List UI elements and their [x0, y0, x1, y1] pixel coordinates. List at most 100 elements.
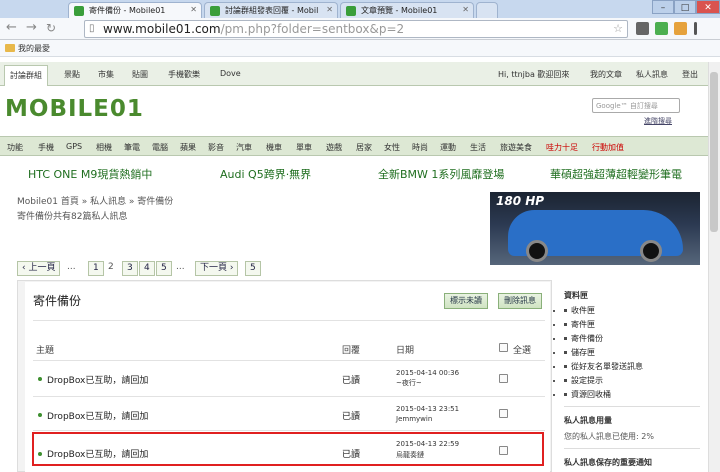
- nav-market[interactable]: 市集: [98, 69, 114, 80]
- nav-dove[interactable]: Dove: [220, 69, 241, 78]
- category-item[interactable]: 運動: [440, 142, 456, 153]
- nav-pics[interactable]: 貼圖: [132, 69, 148, 80]
- send-from-friends[interactable]: 從好友名單發送訊息: [564, 361, 643, 372]
- bookmarks-bar: 我的最愛: [0, 40, 720, 57]
- extension-icon[interactable]: [674, 22, 687, 35]
- divider: [564, 448, 700, 449]
- close-icon[interactable]: ✕: [326, 5, 333, 14]
- category-item[interactable]: GPS: [66, 142, 82, 151]
- tab-sentbox[interactable]: 寄件備份 - Mobile01 ✕: [68, 2, 202, 18]
- folder-trash[interactable]: 資源回收桶: [564, 389, 611, 400]
- window-close-button[interactable]: ✕: [696, 0, 720, 14]
- nav-forum[interactable]: 討論群組: [4, 65, 48, 86]
- extension-icon[interactable]: [636, 22, 649, 35]
- next-page-button[interactable]: 下一頁 ›: [195, 261, 239, 276]
- row-checkbox[interactable]: [499, 374, 508, 383]
- category-item[interactable]: 影音: [208, 142, 224, 153]
- read-dot-icon: [38, 413, 42, 417]
- nav-my-articles[interactable]: 我的文章: [590, 69, 622, 80]
- bullet-icon: [564, 309, 567, 312]
- select-all-checkbox[interactable]: [499, 343, 508, 352]
- pager-ellipsis: ...: [67, 262, 76, 272]
- folders-title: 資料匣: [564, 291, 588, 300]
- category-item-highlight[interactable]: 行動加值: [592, 142, 624, 153]
- menu-icon[interactable]: [694, 22, 697, 35]
- promo-link[interactable]: Audi Q5跨界·無界: [220, 166, 311, 182]
- category-item[interactable]: 遊戲: [326, 142, 342, 153]
- reload-icon[interactable]: ↻: [46, 21, 56, 35]
- category-item[interactable]: 功能: [7, 142, 23, 153]
- mobile01-favicon-icon: [210, 6, 220, 16]
- page-button[interactable]: 4: [139, 261, 155, 276]
- category-item[interactable]: 相機: [96, 142, 112, 153]
- minimize-button[interactable]: –: [652, 0, 674, 14]
- promo-link[interactable]: 華碩超強超薄超輕變形筆電: [550, 166, 682, 182]
- divider: [33, 396, 545, 397]
- bullet-icon: [564, 393, 567, 396]
- row-checkbox[interactable]: [499, 409, 508, 418]
- promo-link[interactable]: HTC ONE M9現貨熱銷中: [28, 166, 152, 182]
- maximize-button[interactable]: □: [674, 0, 696, 14]
- category-item[interactable]: 女性: [384, 142, 400, 153]
- advanced-search-link[interactable]: 進階搜尋: [644, 116, 672, 126]
- breadcrumb[interactable]: Mobile01 首頁 » 私人訊息 » 寄件備份: [17, 194, 173, 207]
- message-subject[interactable]: DropBox已互助，請回加: [47, 373, 148, 386]
- column-subject: 主題: [36, 346, 55, 356]
- forward-icon[interactable]: →: [26, 21, 37, 35]
- address-bar[interactable]: ▯ www.mobile01.com/pm.php?folder=sentbox…: [84, 20, 628, 38]
- folder-sentbox[interactable]: 寄件備份: [564, 333, 603, 344]
- message-recipient[interactable]: Jemmywin: [396, 415, 432, 424]
- message-count: 寄件備份共有82篇私人訊息: [17, 212, 128, 222]
- folder-outbox[interactable]: 寄件匣: [564, 319, 595, 330]
- category-item[interactable]: 汽車: [236, 142, 252, 153]
- category-item[interactable]: 蘋果: [180, 142, 196, 153]
- category-item[interactable]: 生活: [470, 142, 486, 153]
- close-icon[interactable]: ✕: [190, 5, 197, 14]
- page-icon: ▯: [89, 23, 95, 34]
- settings-prompt[interactable]: 設定提示: [564, 375, 603, 386]
- nav-spots[interactable]: 景點: [64, 69, 80, 80]
- close-icon[interactable]: ✕: [462, 5, 469, 14]
- read-dot-icon: [38, 377, 42, 381]
- folder-inbox[interactable]: 收件匣: [564, 305, 595, 316]
- category-item[interactable]: 旅遊美食: [500, 142, 532, 153]
- nav-logout[interactable]: 登出: [682, 69, 698, 80]
- promo-link[interactable]: 全新BMW 1系列風靡登場: [378, 166, 504, 182]
- page-button[interactable]: 3: [122, 261, 138, 276]
- message-recipient[interactable]: ~夜行~: [396, 379, 422, 388]
- site-logo[interactable]: MOBILE01: [5, 96, 144, 122]
- category-bar: 功能 手機 GPS 相機 筆電 電腦 蘋果 影音 汽車 機車 單車 遊戲 居家 …: [0, 136, 720, 156]
- user-greeting: Hi, ttnjba 歡迎回來: [498, 70, 570, 79]
- message-subject[interactable]: DropBox已互助，請回加: [47, 409, 148, 422]
- extension-icon[interactable]: [655, 22, 668, 35]
- mark-unread-button[interactable]: 標示未讀: [444, 293, 488, 309]
- browser-toolbar: ← → ↻ ▯ www.mobile01.com/pm.php?folder=s…: [0, 18, 720, 40]
- bookmark-folder[interactable]: 我的最愛: [18, 44, 50, 53]
- tab-reply[interactable]: 討論群組發表回覆 - Mobil ✕: [204, 2, 338, 18]
- folder-saved[interactable]: 儲存匣: [564, 347, 595, 358]
- delete-message-button[interactable]: 刪除訊息: [498, 293, 542, 309]
- category-item[interactable]: 單車: [296, 142, 312, 153]
- page-button[interactable]: 1: [88, 261, 104, 276]
- last-page-button[interactable]: 5: [245, 261, 261, 276]
- star-icon[interactable]: ☆: [613, 21, 623, 37]
- car-ad-banner[interactable]: 180 HP: [490, 192, 700, 265]
- page-button[interactable]: 5: [156, 261, 172, 276]
- category-item[interactable]: 機車: [266, 142, 282, 153]
- prev-page-button[interactable]: ‹ 上一頁: [17, 261, 61, 276]
- category-item[interactable]: 手機: [38, 142, 54, 153]
- category-item[interactable]: 電腦: [152, 142, 168, 153]
- category-item[interactable]: 時尚: [412, 142, 428, 153]
- tab-preview[interactable]: 文章預覽 - Mobile01 ✕: [340, 2, 474, 18]
- category-item-highlight[interactable]: 哇力十足: [546, 142, 578, 153]
- nav-mobile-fun[interactable]: 手機歡樂: [168, 69, 200, 80]
- nav-private-messages[interactable]: 私人訊息: [636, 69, 668, 80]
- category-item[interactable]: 居家: [356, 142, 372, 153]
- category-item[interactable]: 筆電: [124, 142, 140, 153]
- back-icon[interactable]: ←: [6, 21, 17, 35]
- scrollbar-thumb[interactable]: [710, 72, 718, 232]
- page-current: 2: [108, 262, 114, 272]
- search-input[interactable]: Google™ 自訂搜尋: [592, 98, 680, 113]
- new-tab-button[interactable]: [476, 2, 498, 18]
- usage-text: 您的私人訊息已使用: 2%: [564, 432, 654, 441]
